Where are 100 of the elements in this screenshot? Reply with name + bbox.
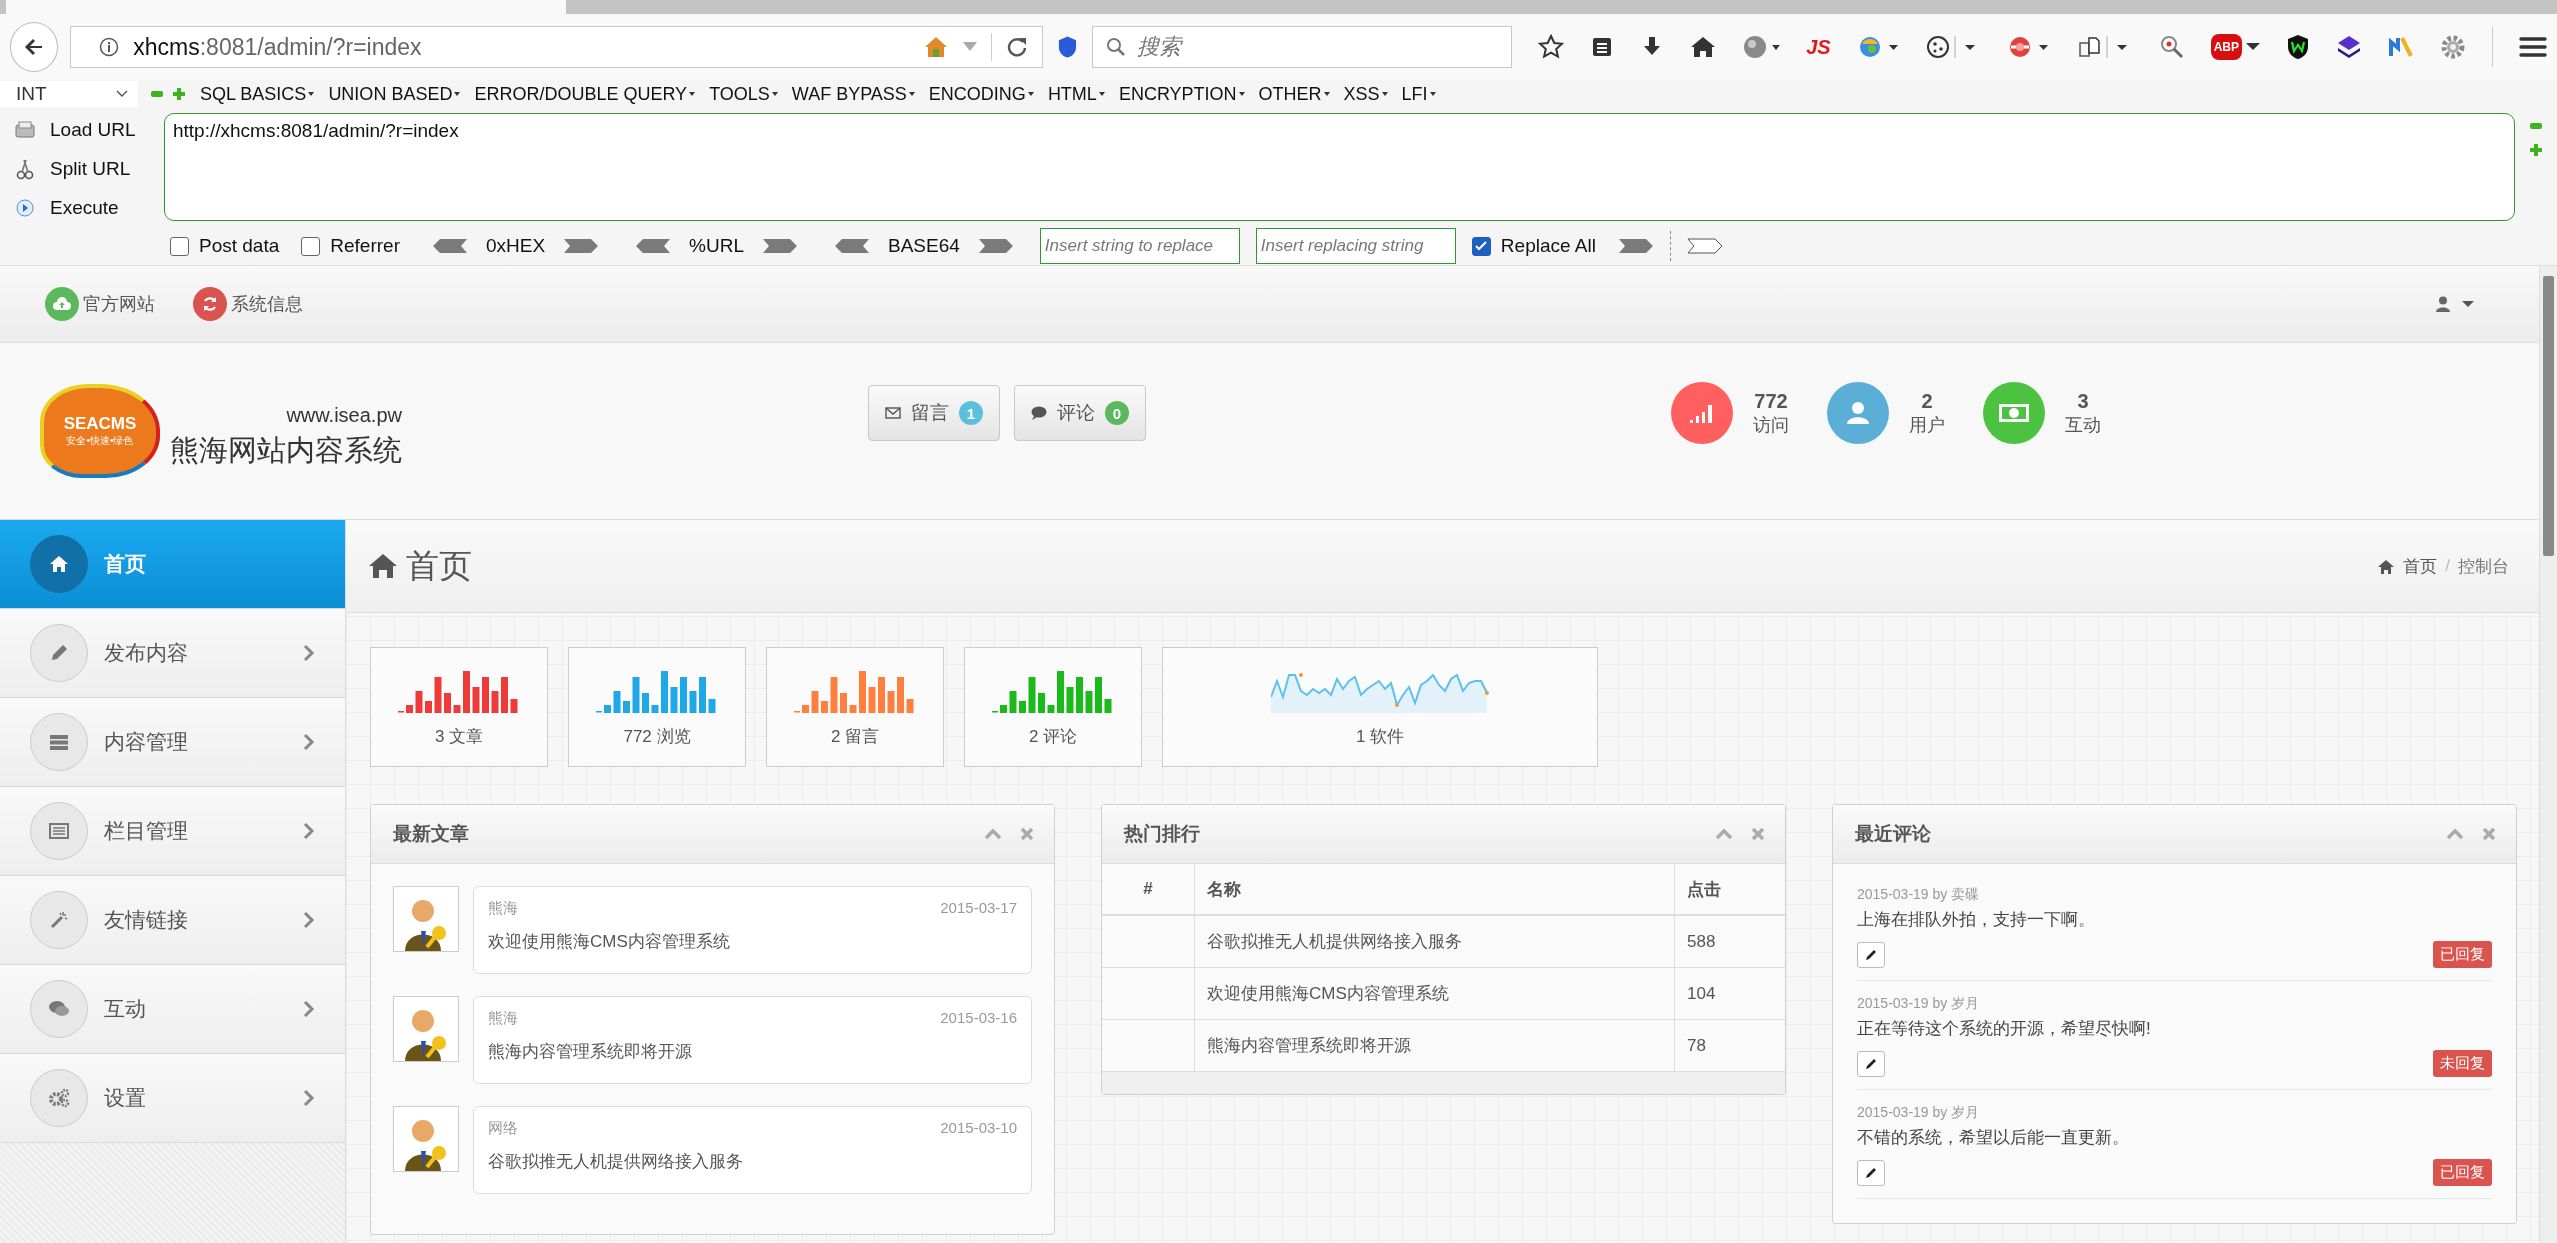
top-link[interactable]: 系统信息 [193, 287, 303, 321]
home-icon [2377, 558, 2396, 574]
menu-item[interactable]: TOOLS [709, 83, 778, 105]
shield-icon[interactable] [1057, 35, 1079, 59]
header-button[interactable]: 留言 1 [868, 385, 1000, 441]
collapse-icon[interactable] [2446, 828, 2464, 840]
plus-icon[interactable] [2529, 143, 2543, 157]
menu-item[interactable]: ERROR/DOUBLE QUERY [474, 83, 696, 105]
search-field[interactable]: 搜索 [1092, 26, 1513, 68]
replace-from-field[interactable]: Insert string to replace [1039, 228, 1240, 264]
article-date: 2015-03-17 [940, 899, 1017, 918]
referrer-checkbox[interactable]: Referrer [301, 235, 400, 257]
article-category: 熊海 [488, 1009, 518, 1028]
menu-item[interactable]: HTML [1047, 83, 1105, 105]
menu-item[interactable]: ENCRYPTION [1118, 83, 1245, 105]
stat-label: 2 评论 [1028, 725, 1078, 748]
article-card[interactable]: 网络 2015-03-10 谷歌拟推无人机提供网络接入服务 [473, 1106, 1032, 1194]
url-textarea[interactable]: http://xhcms:8081/admin/?r=index [164, 113, 2515, 221]
edit-button[interactable] [1857, 1159, 1885, 1186]
menu-item[interactable]: WAF BYPASS [791, 83, 915, 105]
plus-icon[interactable] [172, 87, 186, 101]
caret-icon[interactable] [963, 42, 978, 52]
stat-label: 772 浏览 [623, 725, 691, 748]
panel-title: 最近评论 [1855, 822, 1931, 846]
encoding-select[interactable]: INT [0, 81, 138, 107]
menu-item[interactable]: UNION BASED [328, 83, 461, 105]
pencil-icon [1865, 1166, 1877, 1179]
scrollbar[interactable] [2539, 266, 2557, 1243]
action-button[interactable]: Load URL [14, 119, 156, 142]
menu-item[interactable]: SQL BASICS [200, 83, 315, 105]
replace-button[interactable] [1617, 238, 1654, 254]
status-badge: 已回复 [2433, 1159, 2492, 1186]
reload-icon[interactable] [1006, 36, 1029, 58]
chevron-right-icon [303, 911, 315, 929]
comment-text: 正在等待这个系统的开源，希望尽快啊! [1857, 1018, 2152, 1040]
sidebar-item[interactable]: 设置 [0, 1054, 345, 1143]
sidebar-item[interactable]: 友情链接 [0, 876, 345, 965]
chevron-right-icon [303, 733, 315, 751]
magnifier-icon[interactable] [2158, 34, 2185, 60]
star-icon[interactable] [1538, 34, 1565, 60]
close-icon[interactable] [1751, 827, 1765, 841]
article-card[interactable]: 熊海 2015-03-17 欢迎使用熊海CMS内容管理系统 [473, 886, 1032, 974]
sidebar-item[interactable]: 发布内容 [0, 609, 345, 698]
chevron-right-icon [303, 1089, 315, 1107]
action-button[interactable]: Execute [14, 196, 156, 219]
address-bar[interactable]: xhcms:8081/admin/?r=index [70, 26, 1044, 68]
comment-text: 上海在排队外拍，支持一下啊。 [1857, 909, 2096, 931]
gear-icon[interactable] [2440, 34, 2466, 60]
panel-title: 热门排行 [1124, 822, 1200, 846]
back-button[interactable] [10, 22, 59, 72]
menu-item[interactable]: ENCODING [928, 83, 1034, 105]
edit-button[interactable] [1857, 941, 1885, 968]
edit-button[interactable] [1857, 1050, 1885, 1077]
close-icon[interactable] [2482, 827, 2496, 841]
encode-button[interactable] [563, 238, 600, 254]
n-logo-icon[interactable] [2388, 34, 2414, 60]
shield-w-icon[interactable] [2286, 34, 2310, 60]
site-name: 熊海网站内容系统 [170, 432, 402, 468]
collapse-icon[interactable] [1715, 828, 1733, 840]
replace-undo-button[interactable] [1686, 238, 1723, 254]
encode-button[interactable] [762, 238, 798, 254]
sidebar-item[interactable]: 互动 [0, 965, 345, 1054]
count-badge: 1 [959, 401, 983, 425]
layers-icon[interactable] [2336, 34, 2362, 60]
collapse-icon[interactable] [984, 828, 1002, 840]
status-badge: 未回复 [2433, 1050, 2492, 1077]
replace-all-checkbox[interactable]: Replace All [1471, 235, 1596, 257]
decode-button[interactable] [431, 238, 468, 254]
stat-label: 1 软件 [1355, 725, 1405, 748]
replace-to-field[interactable]: Insert replacing string [1255, 228, 1456, 264]
envelope-icon [885, 407, 901, 419]
scissors-icon [14, 158, 36, 180]
sidebar-item[interactable]: 内容管理 [0, 698, 345, 787]
menu-item[interactable]: OTHER [1258, 83, 1330, 105]
sidebar-item[interactable]: 栏目管理 [0, 787, 345, 876]
checkmark-icon [1474, 239, 1489, 253]
home-icon[interactable] [1690, 35, 1717, 59]
globe-icon[interactable] [1742, 34, 1781, 60]
decode-button[interactable] [635, 238, 672, 254]
home-icon [368, 553, 398, 579]
menu-item[interactable]: XSS [1343, 83, 1388, 105]
action-button[interactable]: Split URL [14, 158, 156, 180]
header-button[interactable]: 评论 0 [1014, 385, 1146, 441]
breadcrumb-separator: / [2445, 556, 2450, 576]
menu-item[interactable]: LFI [1401, 83, 1436, 105]
decode-button[interactable] [834, 238, 870, 254]
post-data-checkbox[interactable]: Post data [170, 235, 280, 257]
play-icon [14, 196, 36, 219]
article-card[interactable]: 熊海 2015-03-16 熊海内容管理系统即将开源 [473, 996, 1032, 1084]
top-link[interactable]: 官方网站 [45, 287, 155, 321]
close-icon[interactable] [1020, 827, 1034, 841]
article-title: 谷歌拟推无人机提供网络接入服务 [488, 1151, 744, 1173]
js-button[interactable]: JS [1806, 35, 1831, 59]
breadcrumb-link[interactable]: 首页 [2403, 554, 2438, 578]
encode-button[interactable] [977, 238, 1014, 254]
article-date: 2015-03-16 [940, 1009, 1017, 1028]
chevron-right-icon [303, 822, 315, 840]
article-title: 欢迎使用熊海CMS内容管理系统 [488, 931, 731, 953]
scrollbar-thumb[interactable] [2543, 276, 2554, 556]
menu-icon[interactable] [2519, 36, 2547, 58]
